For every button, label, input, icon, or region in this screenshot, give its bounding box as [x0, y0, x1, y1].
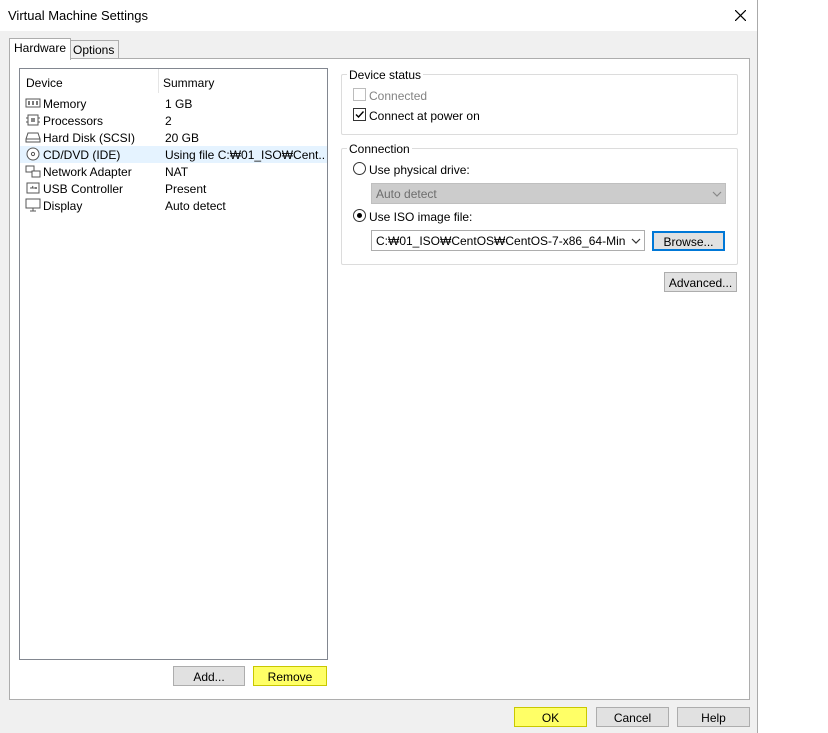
title-bar: Virtual Machine Settings	[0, 0, 757, 31]
device-name: Processors	[43, 114, 104, 128]
device-row-cd-dvd[interactable]: CD/DVD (IDE) Using file C:₩01_ISO₩Cent..…	[20, 146, 327, 163]
device-summary: 20 GB	[165, 131, 200, 145]
device-summary: Present	[165, 182, 207, 196]
cd-dvd-icon	[26, 147, 40, 161]
use-physical-drive-radio[interactable]	[353, 162, 366, 175]
device-name: Display	[43, 199, 83, 213]
column-header-summary[interactable]: Summary	[163, 76, 214, 90]
device-row-processors[interactable]: Processors 2	[20, 112, 327, 129]
device-summary: 2	[165, 114, 172, 128]
device-row-hard-disk[interactable]: Hard Disk (SCSI) 20 GB	[20, 129, 327, 146]
remove-device-button[interactable]: Remove	[253, 666, 327, 686]
device-name: Hard Disk (SCSI)	[43, 131, 136, 145]
network-adapter-icon	[25, 165, 41, 178]
iso-image-path-combo[interactable]: C:₩01_ISO₩CentOS₩CentOS-7-x86_64-Minimal…	[371, 230, 645, 251]
tab-hardware-label: Hardware	[14, 41, 67, 55]
device-row-usb-controller[interactable]: USB Controller Present	[20, 180, 327, 197]
close-icon	[735, 10, 746, 21]
connected-label: Connected	[369, 89, 428, 103]
help-button[interactable]: Help	[677, 707, 750, 727]
use-iso-image-label: Use ISO image file:	[369, 210, 473, 224]
device-summary: Auto detect	[165, 199, 226, 213]
device-name: Memory	[43, 97, 87, 111]
close-button[interactable]	[723, 0, 757, 31]
connection-legend: Connection	[347, 142, 412, 156]
browse-button[interactable]: Browse...	[652, 231, 725, 251]
connect-at-power-on-checkbox[interactable]	[353, 108, 366, 121]
display-icon	[25, 198, 41, 212]
window-title: Virtual Machine Settings	[8, 8, 148, 23]
device-status-legend: Device status	[347, 68, 424, 82]
device-name: Network Adapter	[43, 165, 132, 179]
virtual-machine-settings-dialog: Virtual Machine Settings Hardware Option…	[0, 0, 758, 733]
device-list-header: Device Summary	[20, 69, 327, 93]
connected-checkbox[interactable]	[353, 88, 366, 101]
use-physical-drive-label: Use physical drive:	[369, 163, 470, 177]
device-name: CD/DVD (IDE)	[43, 148, 121, 162]
device-status-group	[341, 74, 738, 135]
checkmark-icon	[355, 111, 365, 119]
cancel-button[interactable]: Cancel	[596, 707, 669, 727]
use-iso-image-radio[interactable]	[353, 209, 366, 222]
physical-drive-value: Auto detect	[376, 187, 437, 201]
tab-options[interactable]: Options	[68, 40, 120, 59]
device-summary: Using file C:₩01_ISO₩Cent...	[165, 148, 325, 162]
memory-icon	[25, 98, 41, 108]
device-name: USB Controller	[43, 182, 124, 196]
ok-button[interactable]: OK	[514, 707, 587, 727]
chevron-down-icon	[631, 238, 641, 244]
radio-dot	[357, 213, 362, 218]
hard-disk-icon	[25, 132, 41, 143]
processor-icon	[26, 114, 40, 126]
tab-options-label: Options	[73, 43, 115, 57]
column-header-device[interactable]: Device	[26, 76, 63, 90]
device-summary: NAT	[165, 165, 189, 179]
column-separator[interactable]	[158, 69, 159, 93]
iso-image-path-value: C:₩01_ISO₩CentOS₩CentOS-7-x86_64-Minimal…	[376, 234, 626, 248]
physical-drive-select[interactable]: Auto detect	[371, 183, 726, 204]
device-list[interactable]: Device Summary Memory 1 GB Processors 2	[19, 68, 328, 660]
device-row-network-adapter[interactable]: Network Adapter NAT	[20, 163, 327, 180]
device-row-display[interactable]: Display Auto detect	[20, 197, 327, 214]
device-summary: 1 GB	[165, 97, 193, 111]
advanced-button[interactable]: Advanced...	[664, 272, 737, 292]
device-row-memory[interactable]: Memory 1 GB	[20, 95, 327, 112]
chevron-down-icon	[712, 191, 722, 197]
connect-at-power-on-label: Connect at power on	[369, 109, 480, 123]
tab-hardware[interactable]: Hardware	[9, 38, 72, 60]
add-device-button[interactable]: Add...	[173, 666, 245, 686]
usb-icon	[26, 182, 40, 194]
